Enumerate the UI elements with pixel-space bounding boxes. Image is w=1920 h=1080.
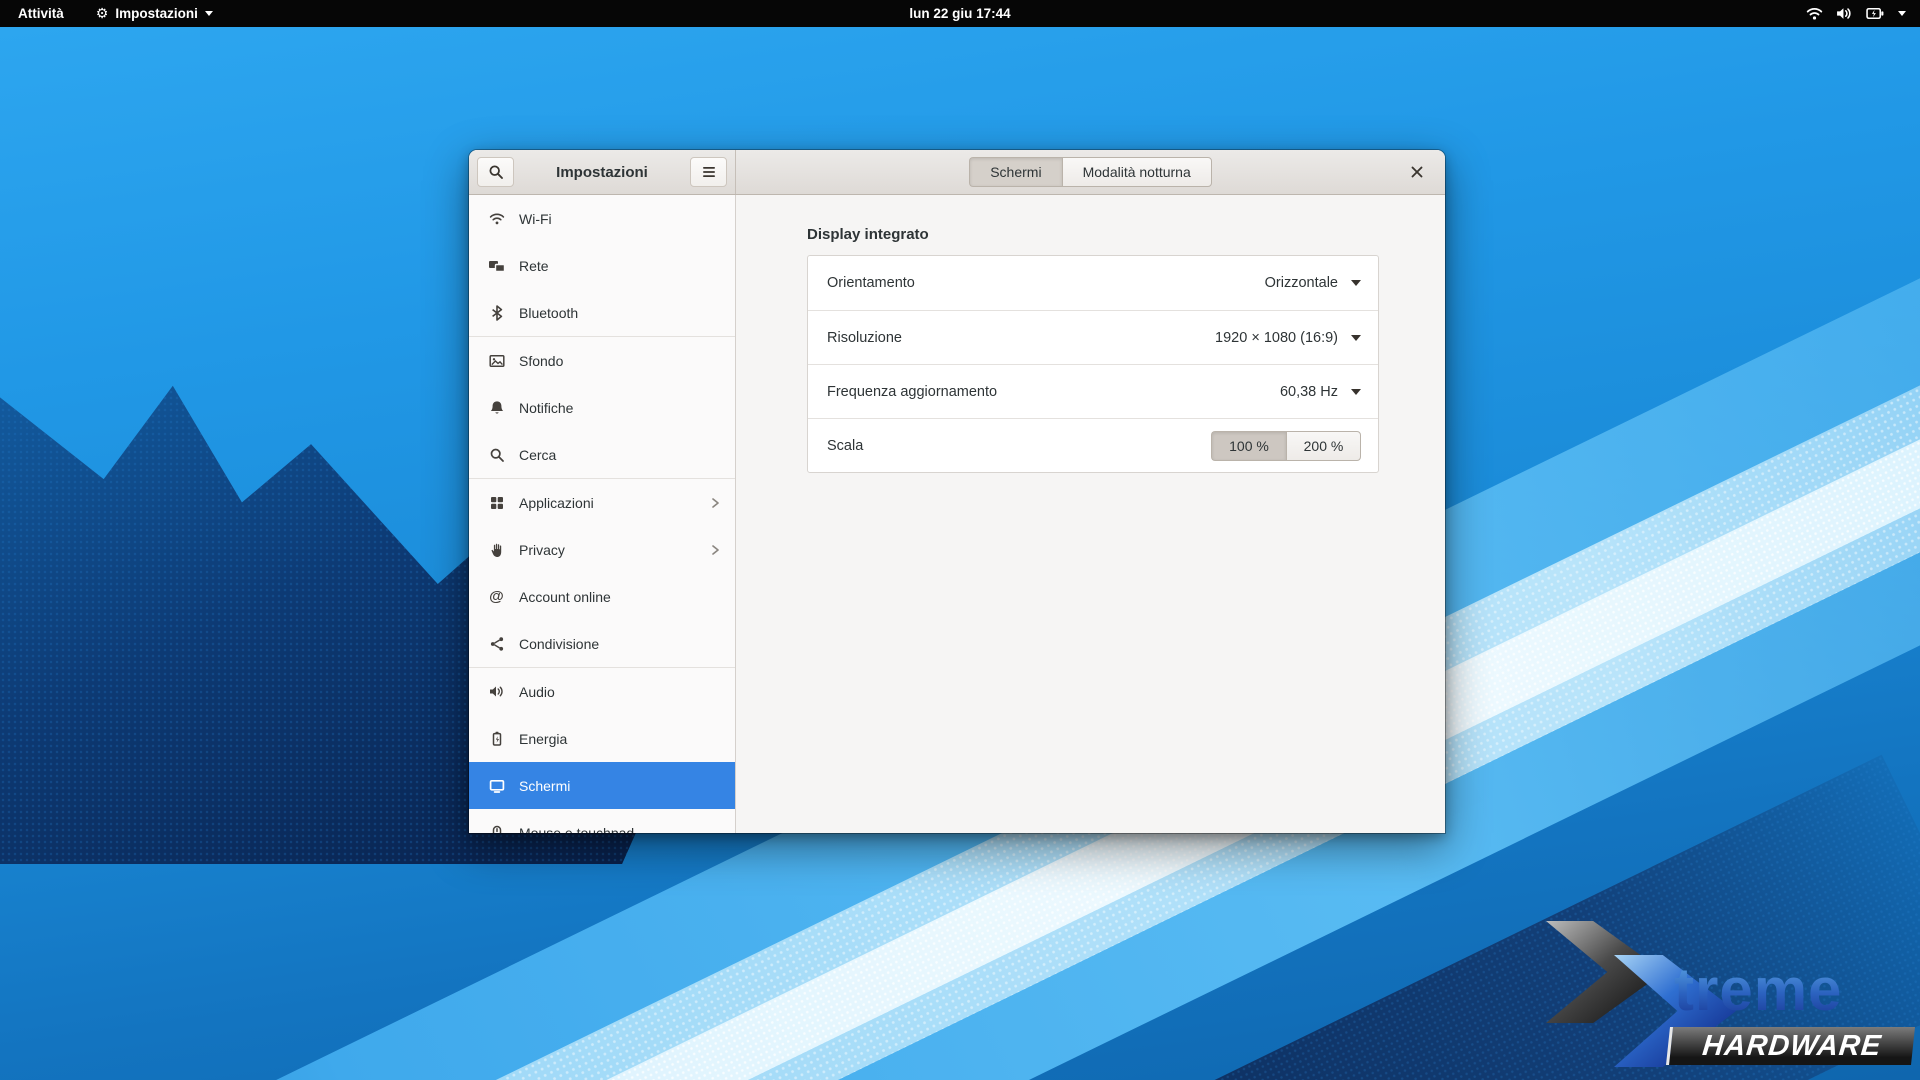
monitor-icon <box>488 777 505 794</box>
chevron-right-icon <box>709 544 721 556</box>
gnome-top-bar: Attività ⚙ Impostazioni lun 22 giu 17:44 <box>0 0 1920 27</box>
volume-status-icon <box>1836 6 1853 21</box>
display-settings-list: Orientamento Orizzontale Risoluzione 192… <box>807 255 1379 473</box>
bell-icon <box>488 399 505 416</box>
row-risoluzione[interactable]: Risoluzione 1920 × 1080 (16:9) <box>808 310 1378 364</box>
xtreme-hardware-watermark: treme HARDWARE <box>1538 905 1920 1080</box>
view-switcher: Schermi Modalità notturna <box>969 157 1212 187</box>
network-icon <box>488 257 505 274</box>
section-title: Display integrato <box>807 226 1445 243</box>
headerbar-sidebar-section: Impostazioni <box>469 150 736 194</box>
sidebar-item-privacy[interactable]: Privacy <box>469 526 735 573</box>
logo-hardware-banner: HARDWARE <box>1666 1027 1915 1065</box>
search-button[interactable] <box>477 157 514 187</box>
background-icon <box>488 352 505 369</box>
at-icon: @ <box>488 588 505 605</box>
sidebar-item-audio[interactable]: Audio <box>469 668 735 715</box>
clock[interactable]: lun 22 giu 17:44 <box>0 6 1920 21</box>
sidebar-item-rete[interactable]: Rete <box>469 242 735 289</box>
settings-sidebar: Wi-Fi Rete Bluetooth Sfondo <box>469 195 736 833</box>
sidebar-item-mouse-touchpad[interactable]: Mouse e touchpad <box>469 809 735 833</box>
row-orientamento[interactable]: Orientamento Orizzontale <box>808 256 1378 310</box>
sidebar-item-condivisione[interactable]: Condivisione <box>469 620 735 667</box>
sidebar-item-energia[interactable]: Energia <box>469 715 735 762</box>
close-icon <box>1410 165 1424 179</box>
row-frequenza[interactable]: Frequenza aggiornamento 60,38 Hz <box>808 364 1378 418</box>
logo-treme-text: treme <box>1674 955 1842 1024</box>
headerbar-main-section: Schermi Modalità notturna <box>736 150 1445 194</box>
settings-window: Impostazioni Schermi Modalità notturna <box>469 150 1445 833</box>
row-scala: Scala 100 % 200 % <box>808 418 1378 472</box>
tab-schermi[interactable]: Schermi <box>969 157 1061 187</box>
wifi-status-icon <box>1806 6 1823 21</box>
hamburger-icon <box>702 166 716 178</box>
orientation-value: Orizzontale <box>1265 275 1338 291</box>
chevron-right-icon <box>709 497 721 509</box>
headerbar: Impostazioni Schermi Modalità notturna <box>469 150 1445 195</box>
bluetooth-icon <box>488 304 505 321</box>
sidebar-item-sfondo[interactable]: Sfondo <box>469 337 735 384</box>
battery-icon <box>488 730 505 747</box>
search-icon <box>488 164 504 180</box>
window-title: Impostazioni <box>514 164 690 181</box>
magnifier-icon <box>488 446 505 463</box>
tab-modalita-notturna[interactable]: Modalità notturna <box>1062 157 1212 187</box>
dropdown-caret-icon <box>1351 389 1361 395</box>
chevron-down-icon <box>1898 11 1906 16</box>
sidebar-item-cerca[interactable]: Cerca <box>469 431 735 478</box>
speaker-icon <box>488 683 505 700</box>
scale-100-button[interactable]: 100 % <box>1211 431 1286 461</box>
sidebar-item-wifi[interactable]: Wi-Fi <box>469 195 735 242</box>
hand-icon <box>488 541 505 558</box>
close-button[interactable] <box>1399 150 1435 194</box>
sidebar-item-notifiche[interactable]: Notifiche <box>469 384 735 431</box>
scale-segmented-control: 100 % 200 % <box>1211 431 1361 461</box>
sidebar-item-bluetooth[interactable]: Bluetooth <box>469 289 735 336</box>
system-status-area[interactable] <box>1806 0 1920 27</box>
dropdown-caret-icon <box>1351 280 1361 286</box>
scale-200-button[interactable]: 200 % <box>1286 431 1361 461</box>
battery-status-icon <box>1866 6 1885 21</box>
sidebar-item-applicazioni[interactable]: Applicazioni <box>469 479 735 526</box>
apps-grid-icon <box>488 494 505 511</box>
share-icon <box>488 635 505 652</box>
sidebar-item-account-online[interactable]: @ Account online <box>469 573 735 620</box>
resolution-value: 1920 × 1080 (16:9) <box>1215 330 1338 346</box>
desktop: treme HARDWARE Attività ⚙ Impostazioni l… <box>0 0 1920 1080</box>
sidebar-item-schermi[interactable]: Schermi <box>469 762 735 809</box>
refresh-rate-value: 60,38 Hz <box>1280 384 1338 400</box>
wifi-icon <box>488 210 505 227</box>
menu-button[interactable] <box>690 157 727 187</box>
dropdown-caret-icon <box>1351 335 1361 341</box>
displays-panel: Display integrato Orientamento Orizzonta… <box>736 195 1445 833</box>
mouse-icon <box>488 824 505 833</box>
